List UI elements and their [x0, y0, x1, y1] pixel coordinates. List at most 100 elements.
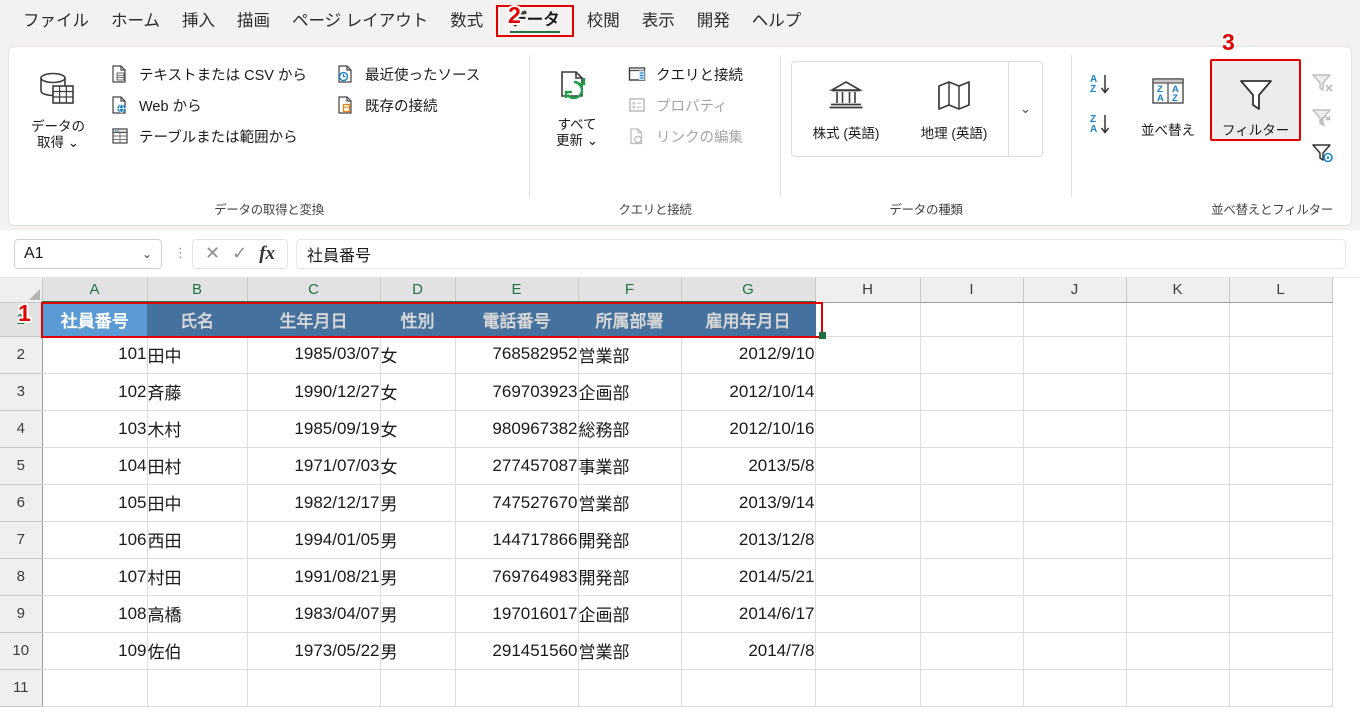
cell-C6[interactable]: 1982/12/17 [247, 484, 381, 522]
cell-J7[interactable] [1023, 521, 1127, 559]
cell-J10[interactable] [1023, 632, 1127, 670]
formula-bar-drag-handle[interactable]: ⋮ [170, 246, 187, 260]
cell-A7[interactable]: 106 [42, 521, 148, 559]
cell-L4[interactable] [1229, 410, 1333, 448]
cell-E1[interactable]: 電話番号 [455, 302, 579, 336]
cell-I3[interactable] [920, 373, 1024, 411]
cell-B10[interactable]: 佐伯 [147, 632, 248, 670]
row-header-7[interactable]: 7 [0, 521, 43, 559]
cell-H11[interactable] [815, 669, 921, 707]
cell-L1[interactable] [1229, 302, 1333, 337]
cell-K9[interactable] [1126, 595, 1230, 633]
row-header-10[interactable]: 10 [0, 632, 43, 670]
column-header-F[interactable]: F [578, 278, 682, 303]
sort-ascending-button[interactable]: A Z [1086, 69, 1120, 99]
ribbon-tab-5[interactable]: 数式 [439, 9, 494, 34]
cell-B7[interactable]: 西田 [147, 521, 248, 559]
cell-C10[interactable]: 1973/05/22 [247, 632, 381, 670]
cell-A4[interactable]: 103 [42, 410, 148, 448]
cell-J3[interactable] [1023, 373, 1127, 411]
cell-B3[interactable]: 斉藤 [147, 373, 248, 411]
cell-D8[interactable]: 男 [380, 558, 456, 596]
cell-F2[interactable]: 営業部 [578, 336, 682, 374]
cell-K3[interactable] [1126, 373, 1230, 411]
cell-G7[interactable]: 2013/12/8 [681, 521, 816, 559]
cell-F9[interactable]: 企画部 [578, 595, 682, 633]
cell-I5[interactable] [920, 447, 1024, 485]
cell-J4[interactable] [1023, 410, 1127, 448]
cell-C2[interactable]: 1985/03/07 [247, 336, 381, 374]
cell-A6[interactable]: 105 [42, 484, 148, 522]
cell-C9[interactable]: 1983/04/07 [247, 595, 381, 633]
cell-I2[interactable] [920, 336, 1024, 374]
cell-J11[interactable] [1023, 669, 1127, 707]
cell-B9[interactable]: 高橋 [147, 595, 248, 633]
from-text-csv-button[interactable]: テキストまたは CSV から [103, 59, 325, 89]
cell-D3[interactable]: 女 [380, 373, 456, 411]
cell-K6[interactable] [1126, 484, 1230, 522]
ribbon-tab-10[interactable]: ヘルプ [741, 9, 813, 34]
cell-B11[interactable] [147, 669, 248, 707]
cell-H4[interactable] [815, 410, 921, 448]
cell-D11[interactable] [380, 669, 456, 707]
cell-I6[interactable] [920, 484, 1024, 522]
filter-button[interactable]: フィルター [1210, 59, 1302, 142]
ribbon-tab-7[interactable]: 校閲 [576, 9, 631, 34]
cell-A8[interactable]: 107 [42, 558, 148, 596]
from-web-button[interactable]: Web から [103, 90, 325, 120]
column-header-B[interactable]: B [147, 278, 248, 303]
fill-handle[interactable] [819, 332, 826, 339]
sort-descending-button[interactable]: Z A [1086, 109, 1120, 139]
row-header-9[interactable]: 9 [0, 595, 43, 633]
cell-E2[interactable]: 768582952 [455, 336, 579, 374]
sort-button[interactable]: Z A A Z 並べ替え [1126, 61, 1210, 139]
cell-C5[interactable]: 1971/07/03 [247, 447, 381, 485]
cell-K2[interactable] [1126, 336, 1230, 374]
cell-B8[interactable]: 村田 [147, 558, 248, 596]
cell-G4[interactable]: 2012/10/16 [681, 410, 816, 448]
cell-J6[interactable] [1023, 484, 1127, 522]
queries-connections-button[interactable]: クエリと接続 [620, 59, 753, 89]
cell-F4[interactable]: 総務部 [578, 410, 682, 448]
cell-K11[interactable] [1126, 669, 1230, 707]
cell-G2[interactable]: 2012/9/10 [681, 336, 816, 374]
cell-E8[interactable]: 769764983 [455, 558, 579, 596]
row-header-3[interactable]: 3 [0, 373, 43, 411]
cell-H2[interactable] [815, 336, 921, 374]
cell-I11[interactable] [920, 669, 1024, 707]
data-types-more-button[interactable]: ⌄ [1008, 62, 1042, 156]
name-box[interactable]: A1 ⌄ [14, 238, 162, 269]
properties-button[interactable]: プロパティ [620, 90, 753, 120]
cell-L7[interactable] [1229, 521, 1333, 559]
cell-D4[interactable]: 女 [380, 410, 456, 448]
column-header-A[interactable]: A [42, 278, 148, 303]
ribbon-tab-9[interactable]: 開発 [686, 9, 741, 34]
cell-F5[interactable]: 事業部 [578, 447, 682, 485]
cell-C3[interactable]: 1990/12/27 [247, 373, 381, 411]
cell-A11[interactable] [42, 669, 148, 707]
cell-J9[interactable] [1023, 595, 1127, 633]
cell-L11[interactable] [1229, 669, 1333, 707]
cell-I7[interactable] [920, 521, 1024, 559]
cell-G1[interactable]: 雇用年月日 [681, 302, 816, 336]
cell-D1[interactable]: 性別 [380, 302, 456, 336]
cell-K8[interactable] [1126, 558, 1230, 596]
row-header-11[interactable]: 11 [0, 669, 43, 707]
cell-A5[interactable]: 104 [42, 447, 148, 485]
cell-L9[interactable] [1229, 595, 1333, 633]
from-table-range-button[interactable]: テーブルまたは範囲から [103, 121, 325, 151]
cell-D6[interactable]: 男 [380, 484, 456, 522]
cell-K5[interactable] [1126, 447, 1230, 485]
existing-connections-button[interactable]: 既存の接続 [329, 90, 519, 120]
cell-G8[interactable]: 2014/5/21 [681, 558, 816, 596]
cell-J5[interactable] [1023, 447, 1127, 485]
cell-L6[interactable] [1229, 484, 1333, 522]
cell-L2[interactable] [1229, 336, 1333, 374]
reapply-filter-button[interactable] [1307, 102, 1339, 134]
cancel-icon[interactable]: ✕ [205, 243, 220, 264]
cell-H10[interactable] [815, 632, 921, 670]
ribbon-tab-8[interactable]: 表示 [631, 9, 686, 34]
cell-G6[interactable]: 2013/9/14 [681, 484, 816, 522]
insert-function-icon[interactable]: fx [259, 243, 275, 265]
cell-H8[interactable] [815, 558, 921, 596]
